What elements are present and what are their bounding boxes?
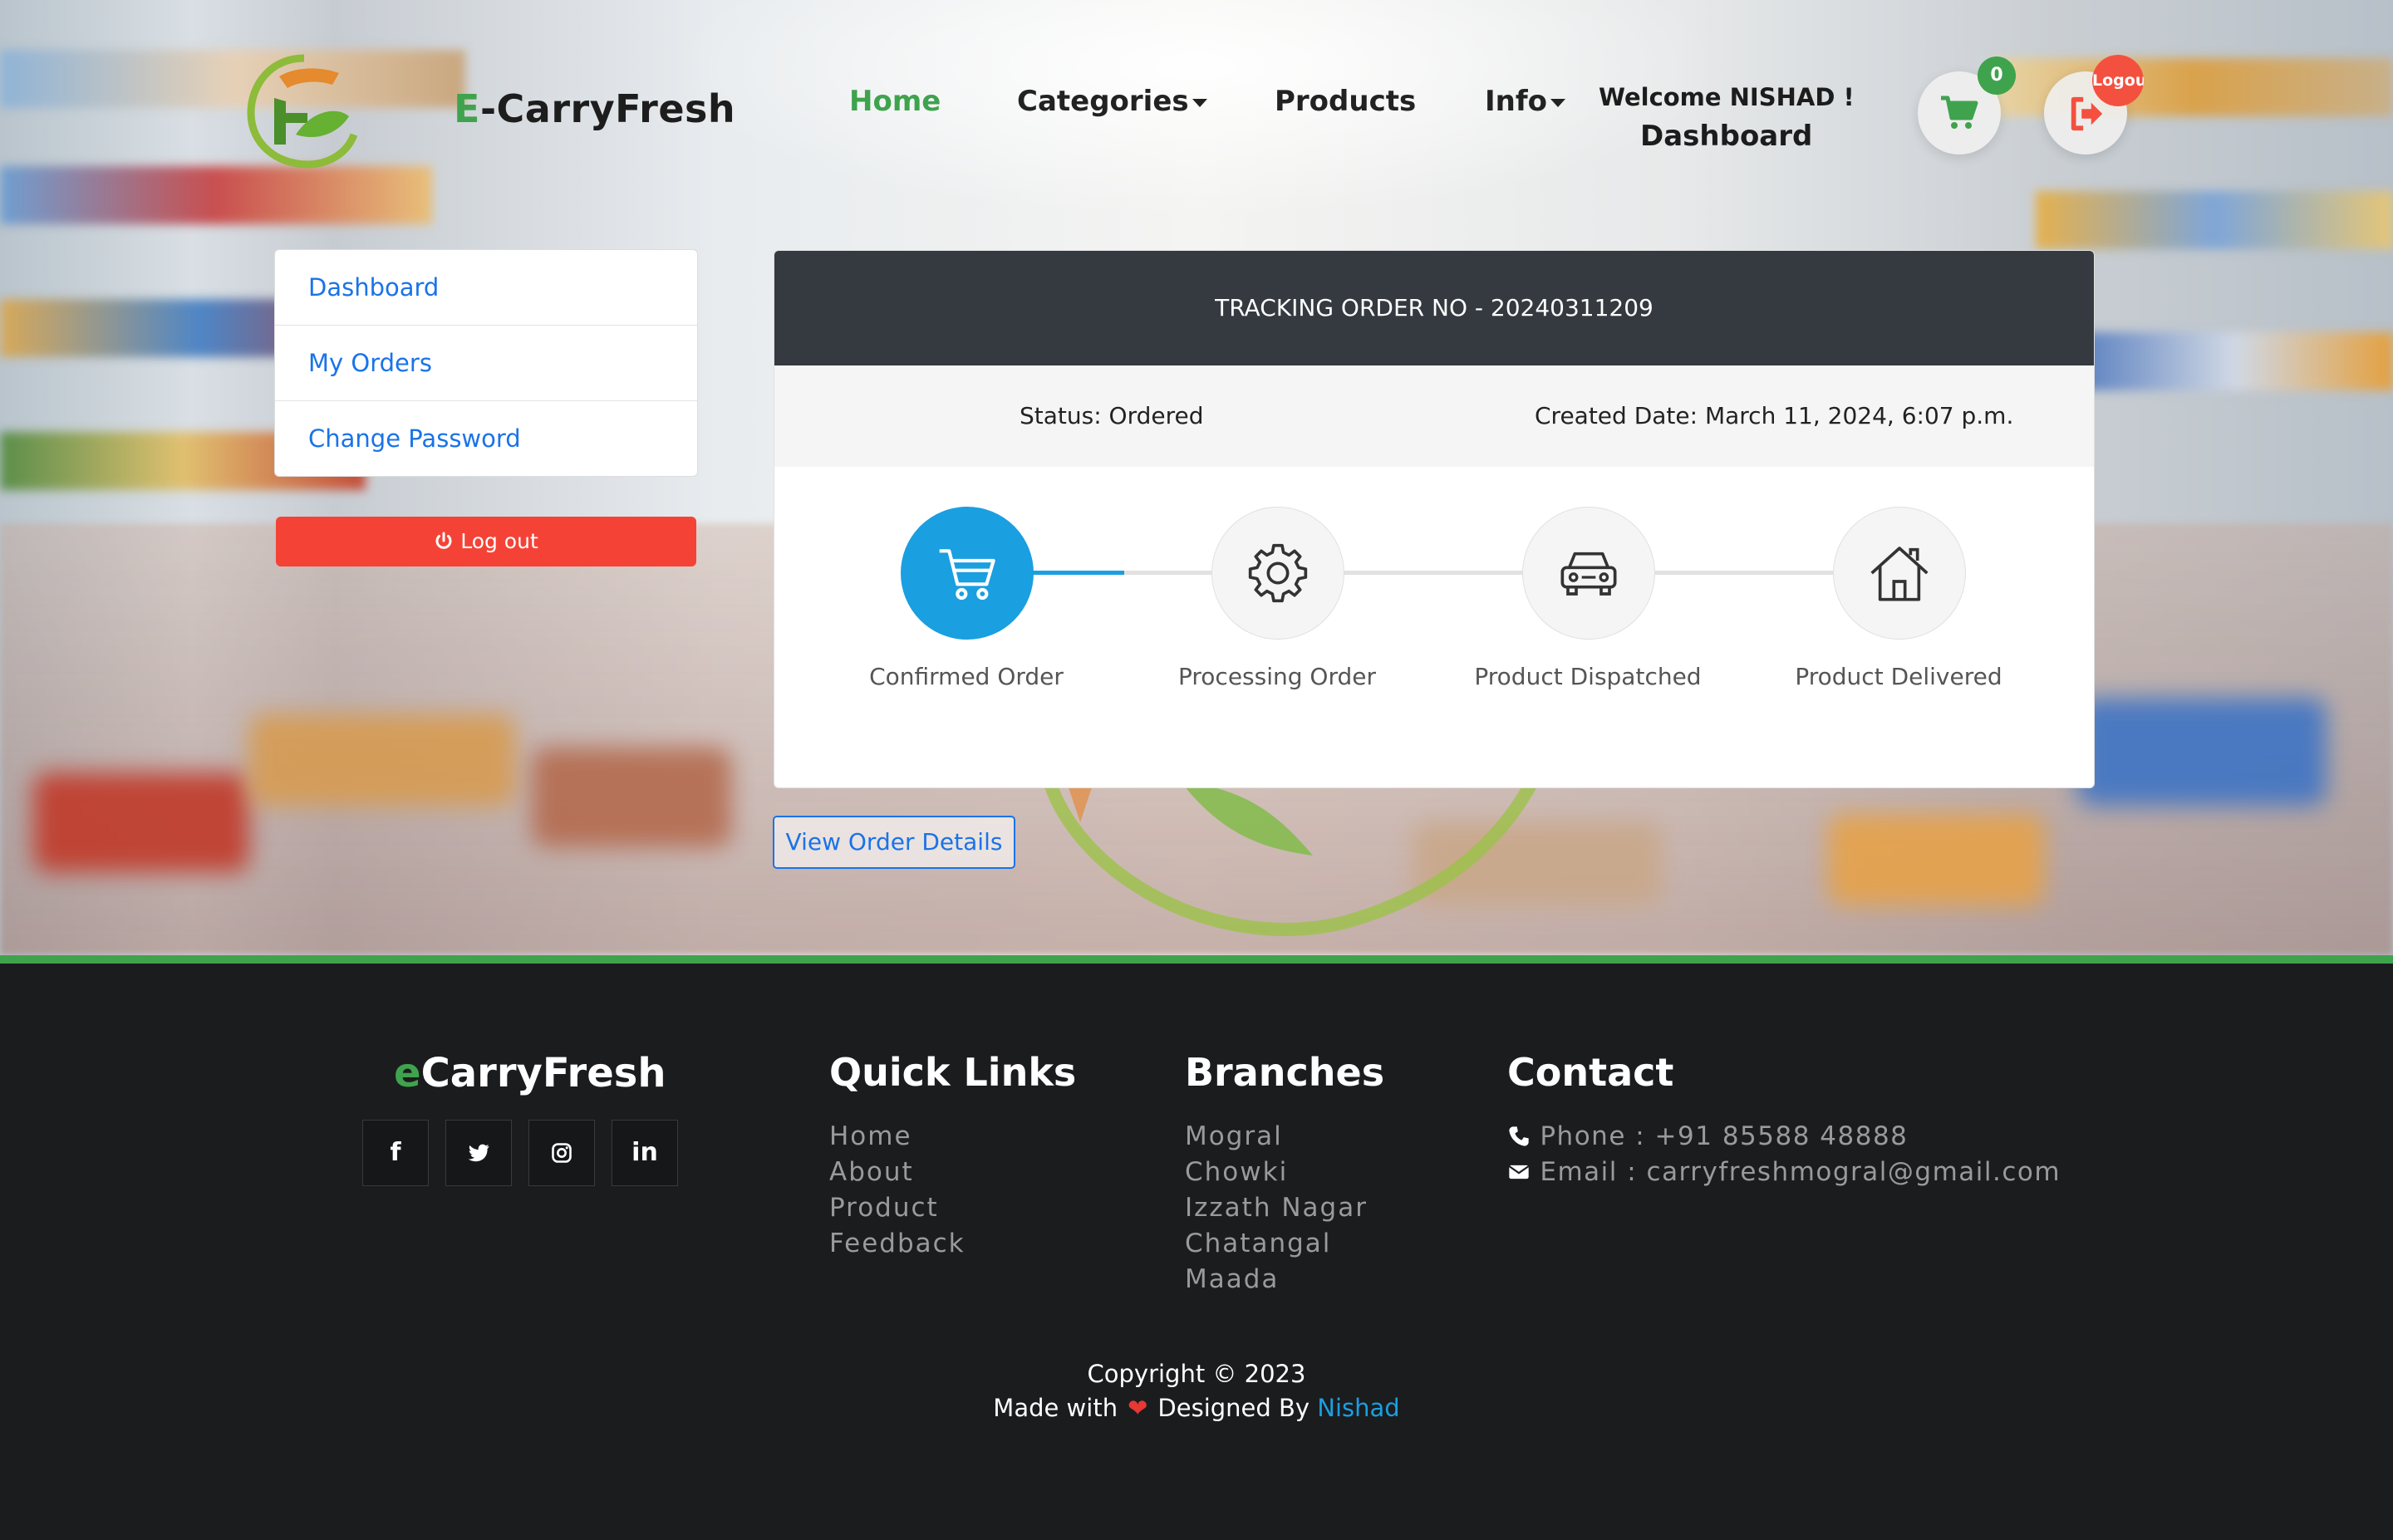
branch-item: Maada [1185,1264,1280,1294]
nav-categories[interactable]: Categories [1017,85,1207,118]
shelf-decor [249,714,515,806]
sidebar-item-dashboard[interactable]: Dashboard [275,250,697,326]
leaf-watermark-icon [1040,772,1544,936]
brand-rest: -CarryFresh [479,86,736,131]
site-footer: eCarryFresh f in Quick Links Home About … [0,964,2393,1540]
car-icon [1560,552,1617,596]
tracking-card: TRACKING ORDER NO - 20240311209 Status: … [774,250,2095,788]
cart-count-badge: 0 [1978,56,2016,95]
step-processing-circle [1211,507,1344,640]
step-confirmed-circle [901,507,1034,640]
envelope-icon [1508,1165,1530,1180]
nav-home[interactable]: Home [849,85,941,118]
tracking-steps: Confirmed Order Processing Order Product… [774,467,2094,787]
shelf-decor [2036,191,2393,249]
footer-brand-rest: CarryFresh [420,1050,666,1096]
dashboard-link[interactable]: Dashboard [1640,120,1812,153]
branch-item: Mogral [1185,1121,1283,1151]
branches-heading: Branches [1185,1050,1385,1095]
footer-link-feedback[interactable]: Feedback [829,1229,966,1258]
twitter-icon[interactable] [445,1120,512,1186]
brand-logo-icon[interactable] [246,51,357,169]
shelf-decor [532,748,731,847]
contact-email[interactable]: Email : carryfreshmogral@gmail.com [1507,1157,2061,1187]
account-sidebar: Dashboard My Orders Change Password [274,249,698,477]
footer-accent-line [0,955,2393,964]
twitter-bird-icon [468,1144,489,1162]
nav-products[interactable]: Products [1275,85,1416,118]
sidebar-item-my-orders[interactable]: My Orders [275,326,697,401]
brand-prefix: E [454,86,480,131]
cart-icon [939,549,995,601]
view-order-details-button[interactable]: View Order Details [773,816,1015,869]
contact-heading: Contact [1507,1050,1674,1095]
brand-name[interactable]: E-CarryFresh [454,86,735,131]
caret-down-icon [1192,98,1207,107]
nav-categories-label: Categories [1017,85,1189,118]
shelf-decor [2077,698,2327,806]
branch-item: Izzath Nagar [1185,1193,1368,1223]
nav-info-label: Info [1485,85,1548,118]
step-dispatched-circle [1522,507,1655,640]
shelf-decor [1828,814,2044,905]
step-dispatched-label: Product Dispatched [1474,663,1702,690]
designed-by-text: Designed By [1157,1394,1310,1422]
shelf-decor [0,166,432,224]
instagram-glyph-icon [552,1143,572,1163]
instagram-icon[interactable] [528,1120,595,1186]
tracking-title: TRACKING ORDER NO - 20240311209 [774,251,2094,365]
contact-email-text: Email : carryfreshmogral@gmail.com [1540,1157,2061,1187]
step-confirmed-label: Confirmed Order [869,663,1064,690]
nav-info[interactable]: Info [1485,85,1566,118]
logout-icon [2071,96,2103,131]
order-created-date: Created Date: March 11, 2024, 6:07 p.m. [1535,402,2014,429]
credits-line: Made with ❤ Designed By Nishad [0,1394,2393,1422]
step-delivered-label: Product Delivered [1795,663,2002,690]
facebook-icon[interactable]: f [362,1120,429,1186]
welcome-text: Welcome NISHAD ! [1599,83,1855,111]
copyright-text: Copyright © 2023 [1087,1360,1306,1388]
cart-icon [1941,96,1978,129]
tracking-status-bar: Status: Ordered Created Date: March 11, … [774,365,2094,467]
caret-down-icon [1550,98,1566,107]
power-icon [435,532,452,549]
footer-brand-prefix: e [394,1050,421,1096]
phone-icon [1509,1126,1529,1146]
shelf-decor [2077,332,2393,390]
order-status: Status: Ordered [1020,402,1204,429]
step-processing-label: Processing Order [1178,663,1376,690]
footer-link-about[interactable]: About [829,1157,914,1187]
author-link[interactable]: Nishad [1317,1394,1399,1422]
step-delivered-circle [1833,507,1966,640]
linkedin-icon[interactable]: in [612,1120,678,1186]
quick-links-heading: Quick Links [829,1050,1077,1095]
contact-phone-text: Phone : +91 85588 48888 [1540,1121,1909,1151]
footer-brand: eCarryFresh [394,1050,666,1096]
footer-link-home[interactable]: Home [829,1121,912,1151]
made-with-text: Made with [993,1394,1118,1422]
footer-link-product[interactable]: Product [829,1193,939,1223]
shelf-decor [0,50,465,108]
branch-item: Chowki [1185,1157,1289,1187]
shelf-decor [33,772,249,872]
logout-badge: Logout [2092,55,2144,106]
sidebar-logout-button[interactable]: Log out [276,517,696,566]
gear-icon [1248,543,1308,603]
sidebar-logout-label: Log out [460,529,538,553]
home-icon [1870,547,1929,601]
sidebar-item-change-password[interactable]: Change Password [275,401,697,476]
heart-icon: ❤ [1128,1394,1148,1422]
contact-phone[interactable]: Phone : +91 85588 48888 [1507,1121,1908,1151]
branch-item: Chatangal [1185,1229,1332,1258]
